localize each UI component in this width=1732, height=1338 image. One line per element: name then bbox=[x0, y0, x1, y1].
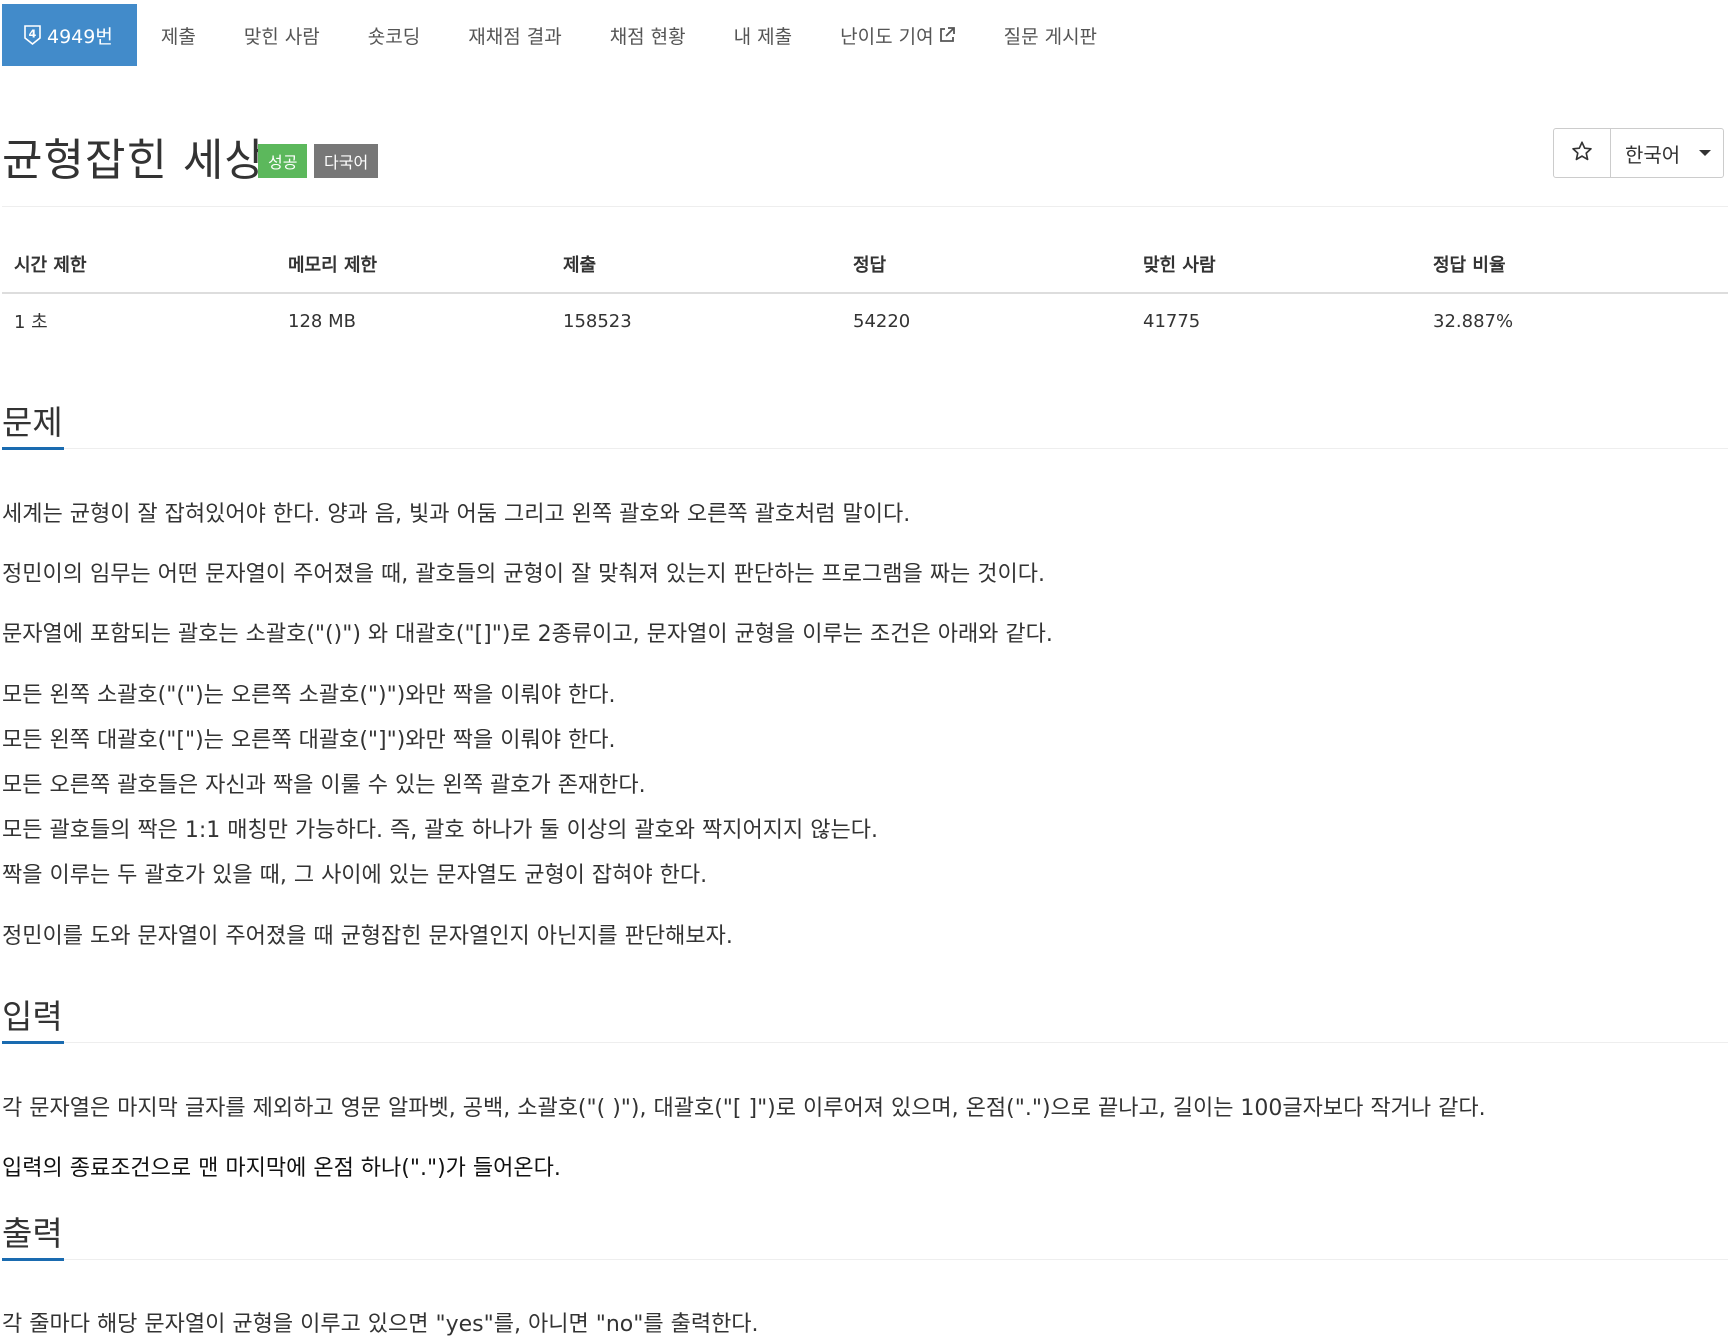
nav-short-coding-label: 숏코딩 bbox=[367, 25, 421, 48]
nav-item-difficulty[interactable]: 난이도 기여 bbox=[816, 4, 979, 66]
nav-rejudge-label: 재채점 결과 bbox=[468, 25, 562, 48]
value-memory-limit: 128 MB bbox=[288, 310, 356, 332]
section-output-header: 출력 bbox=[2, 1207, 1728, 1261]
condition-item: 모든 왼쪽 대괄호("[")는 오른쪽 대괄호("]")와만 짝을 이뤄야 한다… bbox=[2, 728, 616, 753]
header-time-limit: 시간 제한 bbox=[2, 236, 276, 294]
condition-item: 모든 괄호들의 짝은 1:1 매칭만 가능하다. 즉, 괄호 하나가 둘 이상의… bbox=[2, 818, 878, 843]
nav-item-rejudge[interactable]: 재채점 결과 bbox=[444, 4, 585, 66]
condition-item: 모든 왼쪽 소괄호("(")는 오른쪽 소괄호(")")와만 짝을 이뤄야 한다… bbox=[2, 683, 616, 708]
problem-paragraph: 정민이의 임무는 어떤 문자열이 주어졌을 때, 괄호들의 균형이 잘 맞춰져 … bbox=[2, 562, 1045, 587]
header-ratio: 정답 비율 bbox=[1421, 236, 1728, 294]
input-paragraph: 입력의 종료조건으로 맨 마지막에 온점 하나(".")가 들어온다. bbox=[2, 1156, 561, 1181]
svg-text:4: 4 bbox=[29, 28, 37, 41]
problem-nav: 4 4949번 제출 맞힌 사람 숏코딩 재채점 결과 채점 현황 내 제출 난… bbox=[2, 4, 1730, 66]
caret-down-icon bbox=[1699, 150, 1711, 156]
nav-status-label: 채점 현황 bbox=[609, 25, 686, 48]
nav-item-my-submissions[interactable]: 내 제출 bbox=[710, 4, 816, 66]
section-input-title: 입력 bbox=[2, 997, 63, 1036]
value-time-limit: 1 초 bbox=[14, 312, 48, 333]
external-link-icon bbox=[938, 26, 956, 44]
input-paragraph: 각 문자열은 마지막 글자를 제외하고 영문 알파벳, 공백, 소괄호("( )… bbox=[2, 1096, 1486, 1121]
section-problem-header: 문제 bbox=[2, 396, 1728, 450]
nav-item-status[interactable]: 채점 현황 bbox=[586, 4, 710, 66]
star-outline-icon bbox=[1571, 140, 1593, 166]
header-accepted: 정답 bbox=[841, 236, 1131, 294]
nav-item-submit[interactable]: 제출 bbox=[137, 4, 220, 66]
nav-item-solvers[interactable]: 맞힌 사람 bbox=[220, 4, 344, 66]
nav-item-problem[interactable]: 4 4949번 bbox=[2, 4, 137, 66]
value-solvers: 41775 bbox=[1143, 310, 1201, 332]
header-solvers: 맞힌 사람 bbox=[1131, 236, 1421, 294]
header-submissions: 제출 bbox=[551, 236, 841, 294]
table-header-row: 시간 제한 메모리 제한 제출 정답 맞힌 사람 정답 비율 bbox=[2, 236, 1728, 294]
nav-item-short-coding[interactable]: 숏코딩 bbox=[344, 4, 444, 66]
section-underline bbox=[2, 447, 64, 450]
status-badge-success: 성공 bbox=[258, 144, 308, 178]
nav-solvers-label: 맞힌 사람 bbox=[243, 25, 320, 48]
nav-submit-label: 제출 bbox=[160, 25, 196, 48]
divider bbox=[2, 206, 1728, 207]
language-dropdown[interactable]: 한국어 bbox=[1611, 129, 1723, 177]
table-row: 1 초 128 MB 158523 54220 41775 32.887% bbox=[2, 293, 1728, 348]
condition-item: 모든 오른쪽 괄호들은 자신과 짝을 이룰 수 있는 왼쪽 괄호가 존재한다. bbox=[2, 773, 646, 798]
title-row: 균형잡힌 세상 성공 다국어 한국어 bbox=[0, 118, 1728, 188]
problem-closing: 정민이를 도와 문자열이 주어졌을 때 균형잡힌 문자열인지 아닌지를 판단해보… bbox=[2, 924, 733, 949]
section-underline bbox=[2, 1258, 64, 1261]
nav-my-submissions-label: 내 제출 bbox=[733, 25, 793, 48]
header-memory-limit: 메모리 제한 bbox=[276, 236, 551, 294]
value-ratio: 32.887% bbox=[1433, 310, 1514, 332]
nav-qna-label: 질문 게시판 bbox=[1003, 25, 1098, 48]
page-title: 균형잡힌 세상 bbox=[2, 135, 266, 186]
favorite-button[interactable] bbox=[1554, 129, 1611, 177]
problem-shield-icon: 4 bbox=[24, 25, 41, 45]
nav-problem-label: 4949번 bbox=[47, 25, 113, 48]
value-submissions: 158523 bbox=[563, 310, 632, 332]
status-badge-multilang: 다국어 bbox=[314, 144, 379, 178]
output-paragraph: 각 줄마다 해당 문자열이 균형을 이루고 있으면 "yes"를, 아니면 "n… bbox=[2, 1312, 759, 1337]
section-problem-title: 문제 bbox=[2, 403, 63, 442]
nav-item-qna-board[interactable]: 질문 게시판 bbox=[980, 4, 1121, 66]
value-accepted: 54220 bbox=[853, 310, 911, 332]
section-underline bbox=[2, 1041, 64, 1044]
problem-paragraph: 세계는 균형이 잘 잡혀있어야 한다. 양과 음, 빛과 어둠 그리고 왼쪽 괄… bbox=[2, 502, 911, 527]
problem-paragraph: 문자열에 포함되는 괄호는 소괄호("()") 와 대괄호("[]")로 2종류… bbox=[2, 622, 1053, 647]
section-input-header: 입력 bbox=[2, 990, 1728, 1044]
language-selected-label: 한국어 bbox=[1625, 142, 1681, 167]
section-output-title: 출력 bbox=[2, 1214, 63, 1253]
problem-info-table: 시간 제한 메모리 제한 제출 정답 맞힌 사람 정답 비율 1 초 128 M… bbox=[2, 236, 1728, 348]
nav-difficulty-label: 난이도 기여 bbox=[840, 25, 934, 48]
language-select-group: 한국어 bbox=[1553, 128, 1724, 178]
condition-item: 짝을 이루는 두 괄호가 있을 때, 그 사이에 있는 문자열도 균형이 잡혀야… bbox=[2, 863, 708, 888]
